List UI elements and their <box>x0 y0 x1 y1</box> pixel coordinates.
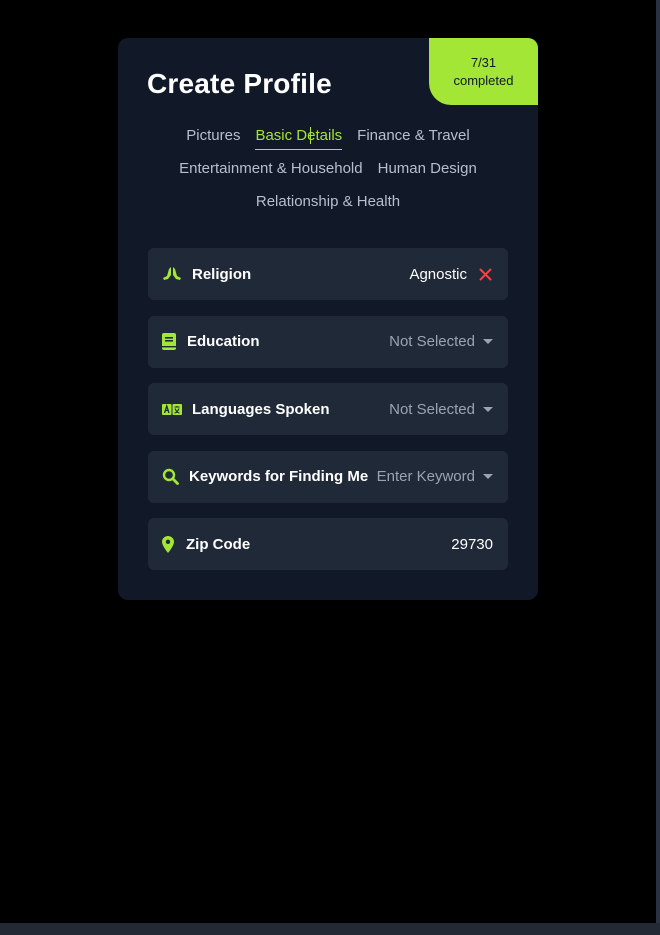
progress-label: completed <box>453 72 514 88</box>
tab-relationship-health[interactable]: Relationship & Health <box>256 188 400 215</box>
window-edge <box>656 0 660 935</box>
progress-count: 7/31 <box>470 54 497 70</box>
education-value: Not Selected <box>389 333 475 350</box>
progress-badge: 7/31 completed <box>429 38 538 105</box>
search-icon <box>162 467 179 487</box>
bottom-bar <box>0 923 660 935</box>
page: 7/31 completed Create Profile Pictures B… <box>0 0 660 935</box>
keywords-field[interactable]: Keywords for Finding Me Enter Keyword <box>148 450 508 503</box>
zip-code-label: Zip Code <box>186 535 251 553</box>
languages-spoken-dropdown[interactable]: Not Selected <box>389 401 493 418</box>
praying-hands-icon <box>162 264 182 284</box>
tab-entertainment-household[interactable]: Entertainment & Household <box>179 155 362 182</box>
tab-row-2: Entertainment & Household Human Design <box>118 155 538 188</box>
page-title: Create Profile <box>147 68 332 99</box>
caret-down-icon <box>483 406 493 412</box>
section-tabs: Pictures Basic Details Finance & Travel … <box>118 122 538 221</box>
education-field[interactable]: Education Not Selected <box>148 315 508 368</box>
languages-spoken-label: Languages Spoken <box>192 400 330 418</box>
keywords-placeholder: Enter Keyword <box>376 468 475 485</box>
tab-basic-details[interactable]: Basic Details <box>255 122 343 150</box>
tab-pictures[interactable]: Pictures <box>186 122 240 149</box>
tab-row-3: Relationship & Health <box>118 188 538 221</box>
religion-field[interactable]: Religion Agnostic <box>148 248 508 300</box>
education-label: Education <box>187 333 260 350</box>
religion-value: Agnostic <box>409 265 467 283</box>
languages-spoken-field[interactable]: Languages Spoken Not Selected <box>148 383 508 435</box>
keywords-label: Keywords for Finding Me <box>189 468 369 485</box>
tab-human-design[interactable]: Human Design <box>378 155 477 182</box>
create-profile-card: 7/31 completed Create Profile Pictures B… <box>118 38 538 600</box>
text-cursor <box>310 127 312 144</box>
education-dropdown[interactable]: Not Selected <box>389 333 493 350</box>
book-icon <box>162 332 176 352</box>
caret-down-icon <box>483 339 493 344</box>
caret-down-icon <box>483 474 493 479</box>
tab-row-1: Pictures Basic Details Finance & Travel <box>118 122 538 155</box>
map-pin-icon <box>162 534 174 554</box>
keywords-dropdown[interactable]: Enter Keyword <box>377 468 493 485</box>
religion-value-group: Agnostic <box>409 266 493 283</box>
language-icon <box>162 399 182 419</box>
zip-code-field[interactable]: Zip Code 29730 <box>148 518 508 570</box>
religion-label: Religion <box>192 265 252 283</box>
languages-spoken-value: Not Selected <box>389 400 475 418</box>
zip-code-value[interactable]: 29730 <box>451 536 493 553</box>
tab-finance-travel[interactable]: Finance & Travel <box>357 122 470 149</box>
tab-basic-details-label: Basic Details <box>255 127 343 144</box>
clear-icon[interactable] <box>477 266 493 282</box>
profile-fields: Religion Agnostic Education Not Selected… <box>148 248 508 586</box>
